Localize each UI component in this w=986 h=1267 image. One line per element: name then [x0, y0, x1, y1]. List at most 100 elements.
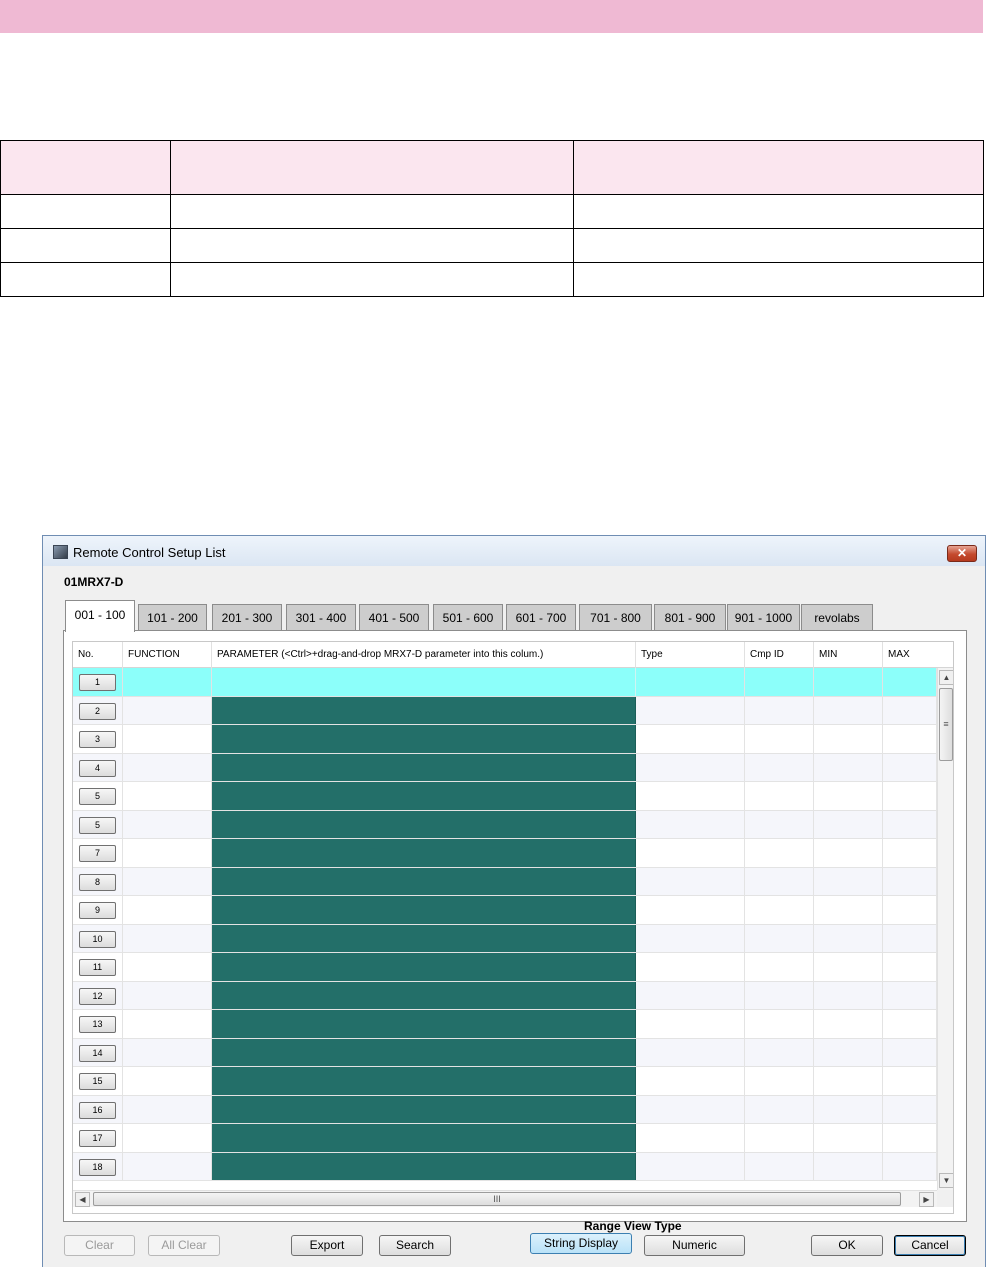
max-cell[interactable] [883, 725, 937, 753]
max-cell[interactable] [883, 1152, 937, 1180]
cmp-id-cell[interactable] [745, 753, 814, 781]
column-header-no[interactable]: No. [73, 642, 123, 668]
row-number-button[interactable]: 1 [79, 674, 116, 691]
table-row[interactable]: 17 [73, 1124, 937, 1153]
close-button[interactable]: ✕ [947, 545, 977, 562]
parameter-cell[interactable] [212, 924, 636, 952]
min-cell[interactable] [814, 810, 883, 838]
parameter-cell[interactable] [212, 839, 636, 867]
tab-201-300[interactable]: 201 - 300 [212, 604, 282, 631]
table-row[interactable]: 9 [73, 896, 937, 925]
type-cell[interactable] [636, 753, 745, 781]
row-number-button[interactable]: 13 [79, 1016, 116, 1033]
function-cell[interactable] [123, 839, 212, 867]
type-cell[interactable] [636, 1067, 745, 1095]
max-cell[interactable] [883, 810, 937, 838]
cmp-id-cell[interactable] [745, 924, 814, 952]
table-row[interactable]: 10 [73, 924, 937, 953]
tab-701-800[interactable]: 701 - 800 [579, 604, 652, 631]
table-row[interactable]: 5 [73, 810, 937, 839]
cmp-id-cell[interactable] [745, 981, 814, 1009]
cmp-id-cell[interactable] [745, 953, 814, 981]
parameter-cell[interactable] [212, 981, 636, 1009]
column-header-type[interactable]: Type [636, 642, 745, 668]
min-cell[interactable] [814, 1124, 883, 1152]
function-cell[interactable] [123, 696, 212, 724]
column-header-max[interactable]: MAX [883, 642, 953, 668]
row-number-button[interactable]: 16 [79, 1101, 116, 1119]
row-number-button[interactable]: 11 [79, 959, 116, 976]
table-row[interactable]: 8 [73, 867, 937, 896]
max-cell[interactable] [883, 953, 937, 981]
cmp-id-cell[interactable] [745, 1124, 814, 1152]
scroll-left-arrow-icon[interactable]: ◀ [75, 1192, 90, 1207]
function-cell[interactable] [123, 1124, 212, 1152]
max-cell[interactable] [883, 896, 937, 924]
min-cell[interactable] [814, 1010, 883, 1038]
tab-301-400[interactable]: 301 - 400 [286, 604, 356, 631]
table-row[interactable]: 13 [73, 1010, 937, 1039]
table-row[interactable]: 7 [73, 839, 937, 868]
tab-revolabs[interactable]: revolabs [801, 604, 873, 631]
max-cell[interactable] [883, 924, 937, 952]
min-cell[interactable] [814, 953, 883, 981]
cancel-button[interactable]: Cancel [894, 1235, 966, 1256]
function-cell[interactable] [123, 668, 212, 696]
max-cell[interactable] [883, 696, 937, 724]
cmp-id-cell[interactable] [745, 896, 814, 924]
ok-button[interactable]: OK [811, 1235, 883, 1256]
parameter-cell[interactable] [212, 867, 636, 895]
type-cell[interactable] [636, 953, 745, 981]
row-number-button[interactable]: 2 [79, 702, 116, 720]
row-number-button[interactable]: 9 [79, 902, 116, 919]
parameter-cell[interactable] [212, 1010, 636, 1038]
min-cell[interactable] [814, 1067, 883, 1095]
cmp-id-cell[interactable] [745, 810, 814, 838]
function-cell[interactable] [123, 981, 212, 1009]
max-cell[interactable] [883, 1067, 937, 1095]
parameter-cell[interactable] [212, 668, 636, 696]
type-cell[interactable] [636, 696, 745, 724]
max-cell[interactable] [883, 1124, 937, 1152]
parameter-cell[interactable] [212, 1038, 636, 1066]
parameter-cell[interactable] [212, 753, 636, 781]
table-row[interactable]: 12 [73, 981, 937, 1010]
table-row[interactable]: 15 [73, 1067, 937, 1096]
cmp-id-cell[interactable] [745, 1010, 814, 1038]
row-number-button[interactable]: 18 [79, 1158, 116, 1176]
max-cell[interactable] [883, 753, 937, 781]
tab-801-900[interactable]: 801 - 900 [654, 604, 726, 631]
type-cell[interactable] [636, 668, 745, 696]
min-cell[interactable] [814, 668, 883, 696]
scroll-down-arrow-icon[interactable]: ▼ [939, 1173, 953, 1188]
max-cell[interactable] [883, 1095, 937, 1123]
parameter-cell[interactable] [212, 1067, 636, 1095]
function-cell[interactable] [123, 1010, 212, 1038]
min-cell[interactable] [814, 924, 883, 952]
parameter-cell[interactable] [212, 896, 636, 924]
max-cell[interactable] [883, 1038, 937, 1066]
min-cell[interactable] [814, 753, 883, 781]
tab-101-200[interactable]: 101 - 200 [138, 604, 207, 631]
cmp-id-cell[interactable] [745, 1095, 814, 1123]
max-cell[interactable] [883, 867, 937, 895]
table-row[interactable]: 1 [73, 668, 937, 697]
column-header-function[interactable]: FUNCTION [123, 642, 212, 668]
table-row[interactable]: 14 [73, 1038, 937, 1067]
table-row[interactable]: 11 [73, 953, 937, 982]
function-cell[interactable] [123, 1067, 212, 1095]
min-cell[interactable] [814, 1038, 883, 1066]
parameter-cell[interactable] [212, 953, 636, 981]
table-row[interactable]: 3 [73, 725, 937, 754]
max-cell[interactable] [883, 839, 937, 867]
horizontal-scrollbar[interactable]: ◀ III ▶ [73, 1190, 937, 1207]
max-cell[interactable] [883, 1010, 937, 1038]
row-number-button[interactable]: 15 [79, 1073, 116, 1090]
vertical-scroll-thumb[interactable]: ≡ [939, 688, 953, 761]
row-number-button[interactable]: 4 [79, 759, 116, 777]
type-cell[interactable] [636, 981, 745, 1009]
min-cell[interactable] [814, 696, 883, 724]
function-cell[interactable] [123, 1095, 212, 1123]
numeric-button[interactable]: Numeric [644, 1235, 745, 1256]
min-cell[interactable] [814, 725, 883, 753]
